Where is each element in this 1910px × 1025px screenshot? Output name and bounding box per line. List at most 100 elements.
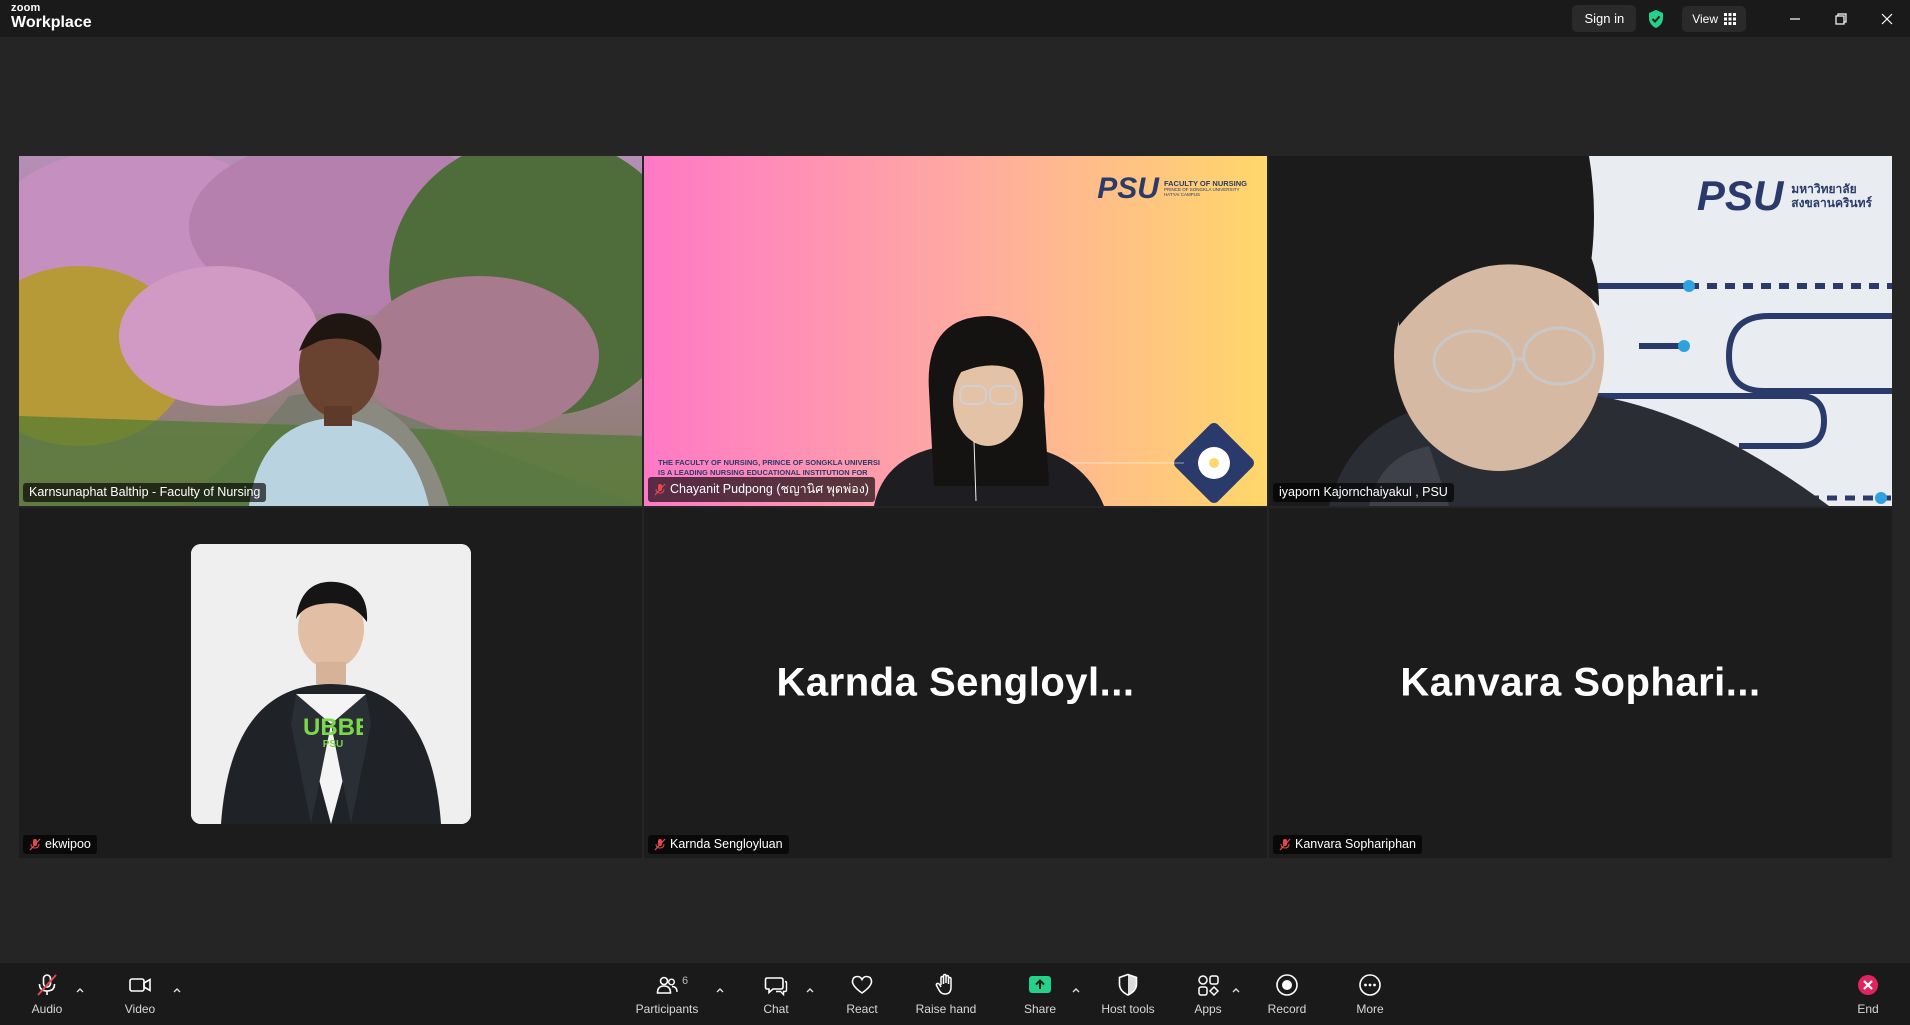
chevron-up-icon: [716, 988, 724, 993]
apps-icon: [1198, 975, 1220, 997]
slide-headline: THE FACULTY OF NURSING, PRINCE OF SONGKL…: [658, 458, 918, 478]
end-call-icon: [1858, 975, 1878, 995]
restore-button[interactable]: [1818, 0, 1864, 37]
participants-button[interactable]: Participants: [634, 963, 700, 1025]
share-options-caret[interactable]: [1070, 983, 1082, 995]
gallery-grid: Karnsunaphat Balthip - Faculty of Nursin…: [19, 156, 1892, 858]
participants-label: Participants: [635, 1002, 699, 1016]
shirt-print-small: PSU: [322, 739, 344, 750]
profile-picture: UBBE PSU: [191, 544, 471, 824]
end-meeting-button[interactable]: End: [1856, 963, 1880, 1025]
psu-brand-text: PSU: [1097, 172, 1159, 205]
video-tile-kanvara[interactable]: Kanvara Sophari... Kanvara Sophariphan: [1269, 508, 1892, 858]
grid-view-icon: [1724, 12, 1736, 25]
apps-button[interactable]: Apps: [1193, 963, 1223, 1025]
record-icon: [1276, 974, 1298, 996]
participants-options-caret[interactable]: [714, 983, 726, 995]
minimize-button[interactable]: [1772, 0, 1818, 37]
chat-label: Chat: [763, 1002, 789, 1016]
participant-name: Karnsunaphat Balthip - Faculty of Nursin…: [29, 485, 261, 499]
apps-label: Apps: [1194, 1002, 1222, 1016]
video-label: Video: [124, 1002, 156, 1016]
react-button[interactable]: React: [846, 963, 878, 1025]
record-label: Record: [1267, 1002, 1307, 1016]
close-icon: [1881, 13, 1893, 24]
heart-icon: [851, 975, 873, 994]
microphone-muted-icon: [654, 483, 666, 495]
zoom-logo: zoom Workplace: [11, 3, 92, 31]
view-button[interactable]: View: [1682, 5, 1746, 32]
psu-thai-logo: PSU มหาวิทยาลัย สงขลานครินทร์: [1697, 172, 1872, 220]
title-bar: zoom Workplace Sign in View: [0, 0, 1910, 37]
restore-icon: [1835, 12, 1847, 25]
microphone-muted-icon: [1279, 838, 1291, 850]
react-label: React: [846, 1002, 878, 1016]
audio-label: Audio: [31, 1002, 63, 1016]
minimize-icon: [1790, 17, 1800, 20]
video-tile-karnda[interactable]: Karnda Sengloyl... Karnda Sengloyluan: [644, 508, 1267, 858]
chat-options-caret[interactable]: [804, 983, 816, 995]
participant-nametag: Karnsunaphat Balthip - Faculty of Nursin…: [23, 483, 267, 502]
microphone-muted-icon: [29, 838, 41, 850]
psu-thai-line2: สงขลานครินทร์: [1791, 196, 1872, 210]
video-tile-chayanit[interactable]: PSU FACULTY OF NURSING PRINCE OF SONGKLA…: [644, 156, 1267, 506]
video-options-caret[interactable]: [171, 983, 183, 995]
host-tools-label: Host tools: [1101, 1002, 1155, 1016]
share-label: Share: [1023, 1002, 1057, 1016]
video-feed-psu-slide: [644, 156, 1267, 506]
host-tools-button[interactable]: Host tools: [1098, 963, 1158, 1025]
participant-name: Kanvara Sophariphan: [1295, 837, 1416, 851]
video-tile-karnsunaphat[interactable]: Karnsunaphat Balthip - Faculty of Nursin…: [19, 156, 642, 506]
shirt-print-big: UBBE: [303, 716, 363, 741]
view-label: View: [1692, 11, 1718, 26]
security-shield-icon[interactable]: [1646, 9, 1666, 29]
shirt-print: UBBE PSU: [303, 716, 363, 750]
participant-name: Chayanit Pudpong (ชญานิศ พุดพ่อง): [670, 482, 869, 496]
microphone-muted-icon: [654, 838, 666, 850]
video-feed-forest: [19, 156, 642, 506]
more-icon: [1359, 974, 1381, 996]
meeting-toolbar: Audio Video Participants 6 Chat React Ra…: [0, 963, 1910, 1025]
participants-icon: [656, 976, 678, 994]
video-button[interactable]: Video: [120, 963, 160, 1025]
audio-button[interactable]: Audio: [28, 963, 66, 1025]
chat-button[interactable]: Chat: [761, 963, 791, 1025]
chevron-up-icon: [76, 988, 84, 993]
psu-slide-logo: PSU FACULTY OF NURSING PRINCE OF SONGKLA…: [1097, 172, 1247, 206]
microphone-muted-icon: [37, 974, 57, 996]
raise-hand-label: Raise hand: [915, 1002, 977, 1016]
participant-name: Karnda Sengloyluan: [670, 837, 783, 851]
chevron-up-icon: [173, 988, 181, 993]
apps-options-caret[interactable]: [1230, 983, 1242, 995]
end-label: End: [1857, 1002, 1879, 1016]
video-tile-iyaporn[interactable]: PSU มหาวิทยาลัย สงขลานครินทร์ iyaporn Ka…: [1269, 156, 1892, 506]
record-button[interactable]: Record: [1267, 963, 1307, 1025]
slide-headline-line1: THE FACULTY OF NURSING, PRINCE OF SONGKL…: [658, 458, 880, 467]
participant-nametag: iyaporn Kajornchaiyakul , PSU: [1273, 483, 1454, 502]
hand-icon: [935, 973, 952, 995]
close-window-button[interactable]: [1864, 0, 1910, 37]
video-camera-icon: [129, 978, 151, 992]
video-tile-ekwipoo[interactable]: UBBE PSU ekwipoo: [19, 508, 642, 858]
logo-zoom-text: zoom: [11, 2, 41, 14]
participant-display-name: Kanvara Sophari...: [1400, 660, 1761, 705]
participant-nametag: ekwipoo: [23, 835, 97, 854]
logo-product-text: Workplace: [11, 14, 92, 31]
avatar: [191, 544, 471, 824]
participants-count: 6: [682, 975, 689, 987]
chevron-up-icon: [806, 988, 814, 993]
chevron-up-icon: [1072, 988, 1080, 993]
share-screen-icon: [1029, 976, 1051, 993]
chat-icon: [764, 977, 788, 997]
sign-in-button[interactable]: Sign in: [1572, 5, 1637, 32]
participant-nametag: Karnda Sengloyluan: [648, 835, 789, 854]
more-button[interactable]: More: [1355, 963, 1385, 1025]
share-screen-button[interactable]: Share: [1024, 963, 1056, 1025]
participant-nametag: Kanvara Sophariphan: [1273, 835, 1422, 854]
campus-text: HATYAI CAMPUS: [1163, 192, 1201, 198]
audio-options-caret[interactable]: [74, 983, 86, 995]
participant-display-name: Karnda Sengloyl...: [776, 660, 1135, 705]
participant-name: ekwipoo: [45, 837, 91, 851]
chevron-up-icon: [1232, 988, 1240, 993]
raise-hand-button[interactable]: Raise hand: [916, 963, 976, 1025]
